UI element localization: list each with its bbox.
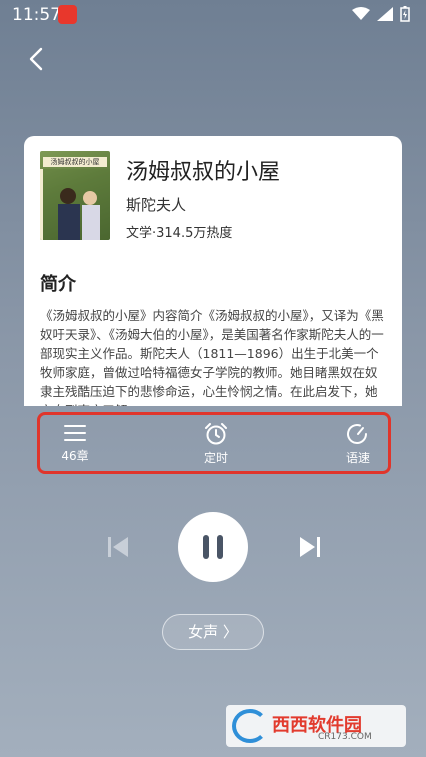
status-bar: 11:57 bbox=[0, 0, 426, 30]
pause-icon bbox=[203, 535, 223, 559]
book-title: 汤姆叔叔的小屋 bbox=[126, 160, 281, 185]
battery-icon bbox=[400, 6, 410, 22]
timer-button[interactable]: 定时 bbox=[181, 415, 251, 471]
status-time: 11:57 bbox=[12, 5, 61, 25]
voice-select-button[interactable]: 女声 〉 bbox=[162, 614, 264, 650]
book-cover-image[interactable]: 汤姆叔叔的小屋 bbox=[40, 151, 110, 240]
signal-icon bbox=[377, 7, 393, 21]
timer-label: 定时 bbox=[203, 451, 228, 465]
chapters-label: 46章 bbox=[61, 449, 89, 463]
intro-text: 《汤姆叔叔的小屋》内容简介《汤姆叔叔的小屋》，又译为《黑奴吁天录》、《汤姆大伯的… bbox=[40, 308, 384, 406]
speed-gauge-icon bbox=[347, 424, 367, 444]
watermark-c-icon bbox=[232, 709, 268, 743]
app-notification-icon bbox=[58, 5, 77, 24]
cover-illustration bbox=[40, 169, 110, 240]
intro-heading: 简介 bbox=[40, 274, 76, 295]
back-arrow-icon[interactable] bbox=[22, 44, 52, 74]
book-meta: 文学·314.5万热度 bbox=[126, 226, 233, 241]
controls-highlight-box: 46章 定时 语速 bbox=[37, 412, 391, 474]
wifi-icon bbox=[352, 7, 370, 20]
status-icons bbox=[352, 6, 410, 22]
book-author: 斯陀夫人 bbox=[126, 196, 187, 214]
chapters-button[interactable]: 46章 bbox=[40, 415, 110, 471]
menu-list-icon bbox=[64, 425, 86, 441]
pause-button[interactable] bbox=[178, 512, 248, 582]
alarm-clock-icon bbox=[205, 423, 227, 445]
previous-track-icon[interactable] bbox=[106, 534, 132, 560]
speed-label: 语速 bbox=[345, 451, 370, 465]
watermark-logo: 西西软件园 CR173.COM bbox=[226, 705, 406, 747]
next-track-icon[interactable] bbox=[296, 534, 322, 560]
speed-button[interactable]: 语速 bbox=[323, 415, 393, 471]
watermark-sub: CR173.COM bbox=[318, 732, 372, 742]
book-info-card: 汤姆叔叔的小屋 汤姆叔叔的小屋 斯陀夫人 文学·314.5万热度 简介 《汤姆叔… bbox=[24, 136, 402, 406]
